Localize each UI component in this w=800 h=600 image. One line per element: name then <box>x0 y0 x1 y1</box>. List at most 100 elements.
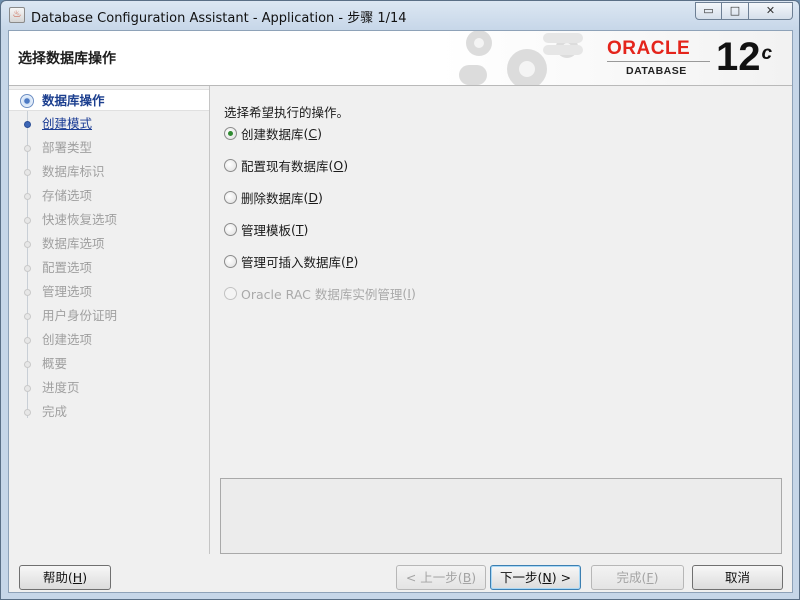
option-label: 删除数据库 <box>241 190 304 206</box>
step-dot-icon <box>24 193 31 200</box>
option-label: 管理模板 <box>241 222 292 238</box>
close-button[interactable]: ✕ <box>749 2 793 20</box>
back-button[interactable]: < 上一步(B) <box>396 565 486 590</box>
radio-button[interactable] <box>224 126 237 140</box>
nav-step-label: 用户身份证明 <box>42 308 118 323</box>
help-button[interactable]: 帮助(H) <box>19 565 111 590</box>
gears-decoration-icon <box>459 31 583 85</box>
operation-option: Oracle RAC 数据库实例管理(I) <box>224 283 416 303</box>
nav-step-label: 创建选项 <box>42 332 93 347</box>
step-dot-icon <box>24 241 31 248</box>
step-dot-icon <box>24 337 31 344</box>
nav-step-label: 创建模式 <box>42 116 93 131</box>
nav-step-label: 完成 <box>42 404 68 419</box>
title-bar[interactable]: ♨ Database Configuration Assistant - App… <box>1 1 799 30</box>
step-dot-icon <box>24 145 31 152</box>
nav-step[interactable]: 创建模式 <box>9 113 209 135</box>
nav-step: 用户身份证明 <box>9 305 209 327</box>
option-paren-close: ) <box>303 221 309 237</box>
nav-step: 存储选项 <box>9 185 209 207</box>
instruction-text: 选择希望执行的操作。 <box>224 105 350 120</box>
minimize-icon: ▭ <box>703 4 714 17</box>
next-button-arrow: > <box>556 570 572 585</box>
page-title: 选择数据库操作 <box>18 51 116 67</box>
message-pane <box>220 478 782 554</box>
nav-step[interactable]: 数据库操作 <box>9 89 209 111</box>
nav-step-label: 部署类型 <box>42 140 93 155</box>
option-paren-close: ) <box>317 125 323 141</box>
step-dot-icon <box>24 313 31 320</box>
option-label: 配置现有数据库 <box>241 158 329 174</box>
oracle-logo-wordmark: ORACLE <box>607 38 691 59</box>
operation-option[interactable]: 管理可插入数据库(P) <box>224 251 358 271</box>
step-dot-icon <box>24 361 31 368</box>
nav-step: 数据库标识 <box>9 161 209 183</box>
back-button-label: < 上一步 <box>405 570 458 585</box>
option-paren-close: ) <box>318 189 323 205</box>
option-label: 创建数据库 <box>241 126 304 142</box>
nav-step: 进度页 <box>9 377 209 399</box>
operation-option[interactable]: 删除数据库(D) <box>224 187 323 207</box>
option-paren-close: ) <box>343 157 349 173</box>
operation-option[interactable]: 配置现有数据库(O) <box>224 155 348 175</box>
option-paren-close: ) <box>410 285 416 301</box>
nav-step-label: 概要 <box>42 356 68 371</box>
nav-step: 创建选项 <box>9 329 209 351</box>
header-banner: 选择数据库操作 ORACLE DATABASE 12c <box>9 31 792 86</box>
nav-step-label: 存储选项 <box>42 188 93 203</box>
oracle-logo-product: DATABASE <box>626 65 687 77</box>
step-dot-icon <box>24 385 31 392</box>
option-mnemonic: D <box>308 189 319 205</box>
button-bar: 帮助(H) < 上一步(B) 下一步(N) > 完成(F) 取消 <box>9 555 792 593</box>
finish-button[interactable]: 完成(F) <box>591 565 684 590</box>
option-mnemonic: P <box>345 253 354 269</box>
cancel-button-label: 取消 <box>724 570 750 585</box>
radio-button[interactable] <box>224 254 237 268</box>
nav-step: 部署类型 <box>9 137 209 159</box>
nav-step-label: 进度页 <box>42 380 80 395</box>
nav-step-label: 数据库操作 <box>42 93 105 108</box>
next-button-mnemonic: N <box>542 570 552 585</box>
nav-step: 管理选项 <box>9 281 209 303</box>
nav-step: 快速恢复选项 <box>9 209 209 231</box>
nav-step-label: 管理选项 <box>42 284 93 299</box>
radio-button[interactable] <box>224 222 237 236</box>
radio-button[interactable] <box>224 190 237 204</box>
next-button[interactable]: 下一步(N) > <box>490 565 581 590</box>
maximize-icon: □ <box>729 4 741 17</box>
minimize-button[interactable]: ▭ <box>695 2 722 20</box>
radio-button[interactable] <box>224 158 237 172</box>
help-button-label: 帮助 <box>42 570 68 585</box>
next-button-label: 下一步 <box>499 570 538 585</box>
step-dot-icon <box>24 265 31 272</box>
step-dot-icon <box>24 289 31 296</box>
help-button-mnemonic: H <box>72 570 83 585</box>
application-window: ♨ Database Configuration Assistant - App… <box>0 0 800 600</box>
current-step-icon <box>20 94 34 108</box>
oracle-logo-version: 12c <box>716 35 772 79</box>
maximize-button[interactable]: □ <box>722 2 749 20</box>
finish-button-label: 完成 <box>616 570 642 585</box>
nav-step-label: 数据库选项 <box>42 236 105 251</box>
main-content: 选择希望执行的操作。 创建数据库(C) 配置现有数据库(O) 删除数据库(D) 管理模… <box>210 86 792 554</box>
step-dot-icon <box>24 409 31 416</box>
finish-button-mnemonic: F <box>646 570 654 585</box>
step-navigation: 数据库操作创建模式部署类型数据库标识存储选项快速恢复选项 数据库选项配置选项管理选… <box>9 86 210 554</box>
option-mnemonic: O <box>333 157 344 173</box>
back-button-mnemonic: B <box>462 570 472 585</box>
operation-option[interactable]: 创建数据库(C) <box>224 123 322 143</box>
step-dot-icon <box>24 169 31 176</box>
operation-option[interactable]: 管理模板(T) <box>224 219 308 239</box>
radio-button <box>224 286 237 300</box>
logo-divider <box>607 61 710 62</box>
cancel-button[interactable]: 取消 <box>692 565 783 590</box>
version-number: 12 <box>716 35 761 79</box>
step-dot-icon <box>24 121 31 128</box>
nav-step: 数据库选项 <box>9 233 209 255</box>
nav-step-label: 配置选项 <box>42 260 93 275</box>
nav-step: 概要 <box>9 353 209 375</box>
nav-step-label: 快速恢复选项 <box>42 212 118 227</box>
option-mnemonic: T <box>295 221 304 237</box>
option-paren-close: ) <box>353 253 359 269</box>
option-label: 管理可插入数据库 <box>241 254 342 270</box>
